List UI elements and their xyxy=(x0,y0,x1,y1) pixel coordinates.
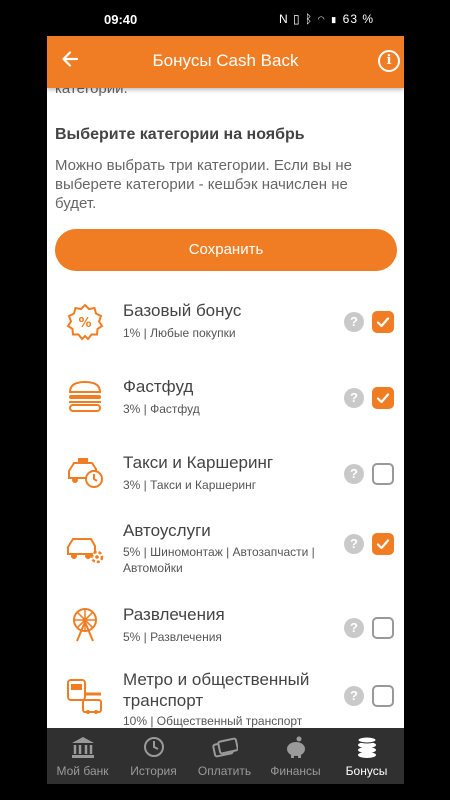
checkmark-icon xyxy=(376,393,390,404)
category-details: 5% | Развлечения xyxy=(123,630,222,644)
help-icon[interactable]: ? xyxy=(344,534,364,554)
checkmark-icon xyxy=(376,539,390,550)
category-details: 10% | Общественный транспорт xyxy=(123,714,303,728)
wifi-icon: ◠ xyxy=(317,12,326,26)
category-row-auto-services[interactable]: Автоуслуги 5% | Шиномонтаж | Автозапчаст… xyxy=(47,516,404,586)
status-icons: N ▯ ᛒ ◠ ▮ 63 % xyxy=(279,12,374,26)
section-heading: Выберите категории на ноябрь xyxy=(55,126,305,143)
help-icon[interactable]: ? xyxy=(344,388,364,408)
train-icon xyxy=(65,676,105,716)
nav-pay[interactable]: Оплатить xyxy=(189,728,260,784)
status-time: 09:40 xyxy=(104,12,138,27)
nfc-icon: N xyxy=(279,12,289,26)
status-bar: 09:40 N ▯ ᛒ ◠ ▮ 63 % xyxy=(47,0,404,36)
category-checkbox[interactable] xyxy=(372,533,394,555)
history-icon xyxy=(144,737,164,757)
category-name: Автоуслуги xyxy=(123,521,211,540)
category-name: Развлечения xyxy=(123,605,225,624)
ferris-wheel-icon xyxy=(65,604,105,644)
nav-bonuses[interactable]: Бонусы xyxy=(331,728,402,784)
category-details: 5% | Шиномонтаж | Автозапчасти | Автомой… xyxy=(123,545,315,575)
section-description: Можно выбрать три категории. Если вы не … xyxy=(55,157,353,212)
category-checkbox[interactable] xyxy=(372,311,394,333)
category-checkbox[interactable] xyxy=(372,387,394,409)
category-name: Базовый бонус xyxy=(123,301,242,320)
battery-text: 63 % xyxy=(342,12,374,26)
main-content[interactable]: категории. Выберите категории на ноябрь … xyxy=(47,88,404,728)
burger-icon xyxy=(65,376,105,416)
piggy-bank-icon xyxy=(287,736,305,758)
pay-icon xyxy=(212,737,238,758)
help-icon[interactable]: ? xyxy=(344,312,364,332)
vibrate-icon: ▯ xyxy=(293,12,301,26)
category-name: Такси и Каршеринг xyxy=(123,453,274,472)
percent-badge-icon: % xyxy=(65,302,105,342)
help-icon[interactable]: ? xyxy=(344,618,364,638)
category-checkbox[interactable] xyxy=(372,617,394,639)
nav-history[interactable]: История xyxy=(118,728,189,784)
signal-icon: ▮ xyxy=(330,12,339,26)
category-name: Метро и общественный транспорт xyxy=(123,670,310,710)
category-details: 1% | Любые покупки xyxy=(123,326,236,340)
nav-label: Бонусы xyxy=(345,764,388,778)
category-details: 3% | Такси и Каршеринг xyxy=(123,478,257,492)
category-name: Фастфуд xyxy=(123,377,194,396)
category-checkbox[interactable] xyxy=(372,463,394,485)
bottom-navigation: Мой банк История Оплатить Финансы Бонусы xyxy=(47,728,404,784)
category-row-taxi[interactable]: Такси и Каршеринг 3% | Такси и Каршеринг… xyxy=(47,444,404,514)
car-service-icon xyxy=(65,528,105,568)
save-button[interactable]: Сохранить xyxy=(55,229,397,271)
svg-text:%: % xyxy=(78,316,91,331)
category-row-metro[interactable]: Метро и общественный транспорт 10% | Общ… xyxy=(47,666,404,728)
help-icon[interactable]: ? xyxy=(344,686,364,706)
nav-label: Финансы xyxy=(270,764,321,778)
checkmark-icon xyxy=(376,317,390,328)
help-icon[interactable]: ? xyxy=(344,464,364,484)
bluetooth-icon: ᛒ xyxy=(305,12,314,26)
nav-finances[interactable]: Финансы xyxy=(260,728,331,784)
nav-label: Мой банк xyxy=(56,764,109,778)
system-gesture-bar xyxy=(47,784,404,800)
category-row-entertainment[interactable]: Развлечения 5% | Развлечения ? xyxy=(47,596,404,666)
category-row-fastfood[interactable]: Фастфуд 3% | Фастфуд ? xyxy=(47,368,404,438)
nav-label: История xyxy=(130,764,177,778)
info-icon[interactable]: i xyxy=(378,50,400,72)
nav-my-bank[interactable]: Мой банк xyxy=(47,728,118,784)
category-checkbox[interactable] xyxy=(372,685,394,707)
page-title: Бонусы Cash Back xyxy=(152,51,299,70)
app-bar: Бонусы Cash Back i xyxy=(47,36,404,88)
taxi-icon xyxy=(65,452,105,492)
category-row-basic[interactable]: % Базовый бонус 1% | Любые покупки ? xyxy=(47,292,404,362)
bank-icon xyxy=(72,737,94,758)
nav-label: Оплатить xyxy=(197,764,252,778)
cut-off-text: категории. xyxy=(55,88,128,97)
coins-icon xyxy=(357,736,377,758)
phone-screen: 09:40 N ▯ ᛒ ◠ ▮ 63 % Бонусы Cash Back i … xyxy=(47,0,404,800)
category-details: 3% | Фастфуд xyxy=(123,402,200,416)
